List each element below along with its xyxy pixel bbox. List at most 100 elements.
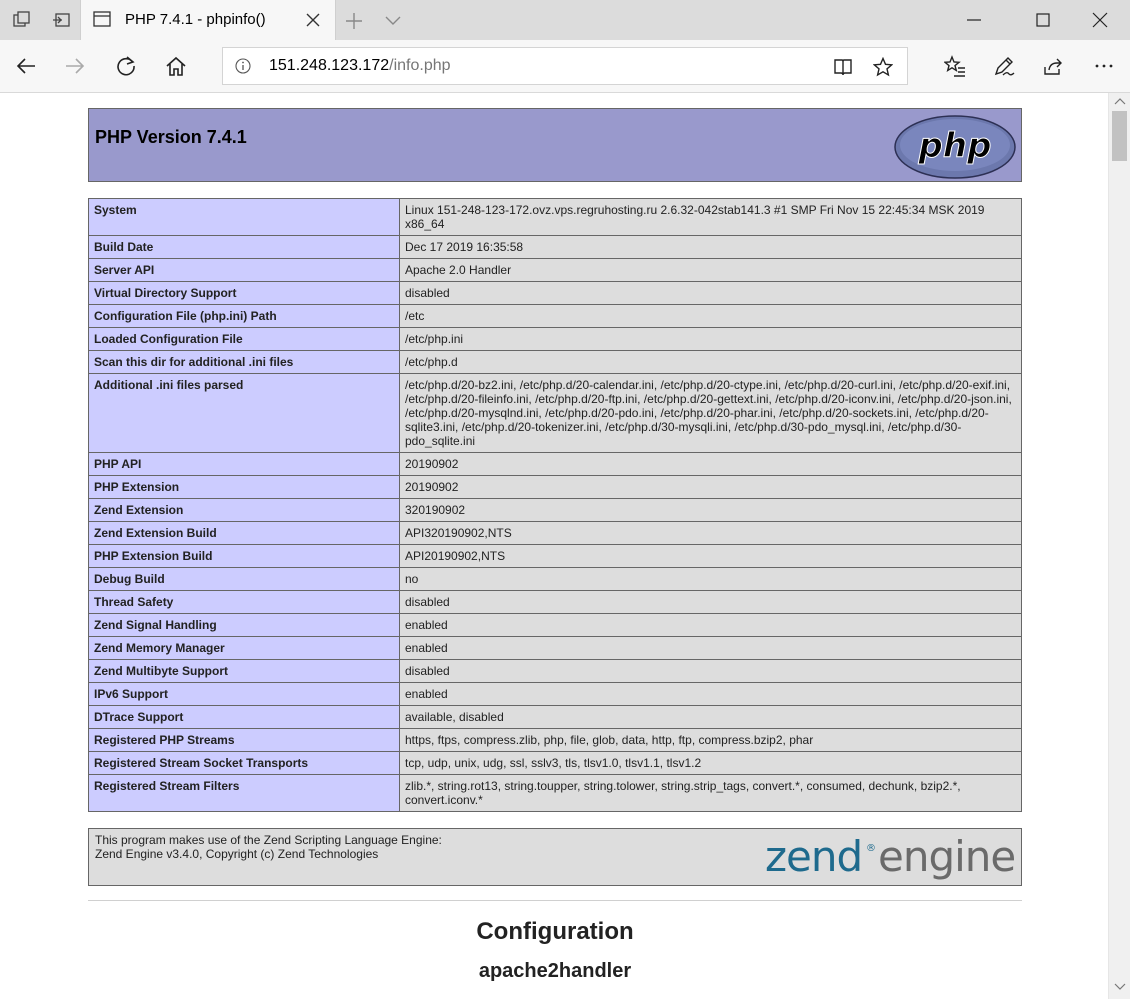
url-host: 151.248.123.172 xyxy=(269,57,390,74)
scrollbar-thumb[interactable] xyxy=(1112,111,1127,161)
reading-view-icon[interactable] xyxy=(833,57,853,77)
share-icon[interactable] xyxy=(1042,55,1064,77)
row-value: 20190902 xyxy=(399,475,1022,499)
row-value: enabled xyxy=(399,613,1022,637)
navigation-bar: 151.248.123.172/info.php xyxy=(0,40,1130,93)
php-logo-text: php xyxy=(918,126,992,166)
chevron-down-icon[interactable] xyxy=(384,12,402,28)
page-viewport: PHP Version 7.4.1 php System Linux 151-24… xyxy=(1,93,1108,999)
favorite-star-icon[interactable] xyxy=(873,57,893,77)
engine-logo-word: engine xyxy=(878,833,1015,881)
section-divider xyxy=(88,900,1022,901)
page-icon xyxy=(93,11,111,27)
zend-line-2: Zend Engine v3.4.0, Copyright (c) Zend T… xyxy=(95,847,379,861)
table-row: Build Date Dec 17 2019 16:35:58 xyxy=(88,235,1022,259)
table-row: Configuration File (php.ini) Path/etc xyxy=(88,304,1022,328)
active-tab[interactable]: PHP 7.4.1 - phpinfo() xyxy=(80,0,336,41)
row-key: Zend Signal Handling xyxy=(88,613,400,637)
table-row: Zend Extension 320190902 xyxy=(88,498,1022,522)
row-value: disabled xyxy=(399,659,1022,683)
row-key: Build Date xyxy=(88,235,400,259)
page-title: PHP Version 7.4.1 xyxy=(95,127,247,147)
table-row: Virtual Directory Support disabled xyxy=(88,281,1022,305)
minimize-icon[interactable] xyxy=(966,12,982,28)
close-window-icon[interactable] xyxy=(1092,12,1108,28)
table-row: Thread Safety disabled xyxy=(88,590,1022,614)
table-row: Zend Multibyte Support disabled xyxy=(88,659,1022,683)
apache2handler-heading: apache2handler xyxy=(478,960,632,982)
table-row: PHP Extension Build API20190902,NTS xyxy=(88,544,1022,568)
row-value: available, disabled xyxy=(399,705,1022,729)
close-tab-icon[interactable] xyxy=(305,12,321,28)
url-text[interactable]: 151.248.123.172/info.php xyxy=(269,57,451,75)
table-row: DTrace Support available, disabled xyxy=(88,705,1022,729)
table-row: Debug Build no xyxy=(88,567,1022,591)
refresh-icon[interactable] xyxy=(115,55,137,77)
row-value: /etc/php.d/20-bz2.ini, /etc/php.d/20-cal… xyxy=(399,373,1022,453)
scroll-down-icon[interactable] xyxy=(1114,983,1126,991)
row-key: System xyxy=(88,198,400,236)
row-value: /etc/php.ini xyxy=(399,327,1022,351)
tab-title: PHP 7.4.1 - phpinfo() xyxy=(125,11,266,28)
forward-arrow-icon[interactable] xyxy=(64,55,86,77)
back-arrow-icon[interactable] xyxy=(15,55,37,77)
table-row: Zend Signal Handling enabled xyxy=(88,613,1022,637)
row-value: https, ftps, compress.zlib, php, file, g… xyxy=(399,728,1022,752)
row-value: 320190902 xyxy=(399,498,1022,522)
row-value: zlib.*, string.rot13, string.toupper, st… xyxy=(399,774,1022,812)
php-version-header: PHP Version 7.4.1 php xyxy=(88,108,1022,182)
zend-engine-logo[interactable]: zend ® engine xyxy=(765,833,1017,883)
row-value: tcp, udp, unix, udg, ssl, sslv3, tls, tl… xyxy=(399,751,1022,775)
address-bar[interactable]: 151.248.123.172/info.php xyxy=(222,47,908,85)
row-key: PHP Extension xyxy=(88,475,400,499)
new-tab-icon[interactable] xyxy=(344,11,364,31)
row-key: Loaded Configuration File xyxy=(88,327,400,351)
row-value: enabled xyxy=(399,636,1022,660)
row-key: Server API xyxy=(88,258,400,282)
zend-logo-word: zend xyxy=(765,833,862,881)
row-key: PHP API xyxy=(88,452,400,476)
table-row: Zend Memory Manager enabled xyxy=(88,636,1022,660)
home-icon[interactable] xyxy=(165,55,187,77)
row-key: Virtual Directory Support xyxy=(88,281,400,305)
row-key: Configuration File (php.ini) Path xyxy=(88,304,400,328)
table-row: PHP Extension 20190902 xyxy=(88,475,1022,499)
maximize-icon[interactable] xyxy=(1035,12,1051,28)
php-logo[interactable]: php xyxy=(894,115,1016,179)
zend-description: This program makes use of the Zend Scrip… xyxy=(95,833,442,861)
row-value: API320190902,NTS xyxy=(399,521,1022,545)
more-options-icon[interactable] xyxy=(1093,55,1115,77)
title-bar: PHP 7.4.1 - phpinfo() xyxy=(0,0,1130,41)
row-value: API20190902,NTS xyxy=(399,544,1022,568)
row-key: Zend Extension Build xyxy=(88,521,400,545)
pen-icon[interactable] xyxy=(993,55,1015,77)
row-key: Debug Build xyxy=(88,567,400,591)
row-key: PHP Extension Build xyxy=(88,544,400,568)
table-row: PHP API 20190902 xyxy=(88,452,1022,476)
info-icon[interactable] xyxy=(235,58,251,74)
row-key: IPv6 Support xyxy=(88,682,400,706)
table-row: Server API Apache 2.0 Handler xyxy=(88,258,1022,282)
scroll-up-icon[interactable] xyxy=(1114,97,1126,105)
row-value: enabled xyxy=(399,682,1022,706)
row-key: DTrace Support xyxy=(88,705,400,729)
favorites-icon[interactable] xyxy=(944,55,966,77)
row-value: Dec 17 2019 16:35:58 xyxy=(399,235,1022,259)
row-value: Apache 2.0 Handler xyxy=(399,258,1022,282)
vertical-scrollbar[interactable] xyxy=(1108,93,1130,999)
row-value: Linux 151-248-123-172.ovz.vps.regruhosti… xyxy=(399,198,1022,236)
tab-actions-icon[interactable] xyxy=(12,10,32,30)
row-key: Thread Safety xyxy=(88,590,400,614)
table-row: Registered PHP Streams https, ftps, compr… xyxy=(88,728,1022,752)
row-value: /etc/php.d xyxy=(399,350,1022,374)
configuration-heading: Configuration xyxy=(476,918,634,945)
url-path: /info.php xyxy=(389,57,451,74)
set-tabs-aside-icon[interactable] xyxy=(52,10,72,30)
zend-line-1: This program makes use of the Zend Scrip… xyxy=(95,833,442,847)
table-row: Additional .ini files parsed/etc/php.d/2… xyxy=(88,373,1022,453)
row-value: /etc xyxy=(399,304,1022,328)
table-row: Registered Stream Filters zlib.*, string.… xyxy=(88,774,1022,812)
row-value: disabled xyxy=(399,590,1022,614)
table-row: Registered Stream Socket Transports tcp, … xyxy=(88,751,1022,775)
row-key: Registered PHP Streams xyxy=(88,728,400,752)
